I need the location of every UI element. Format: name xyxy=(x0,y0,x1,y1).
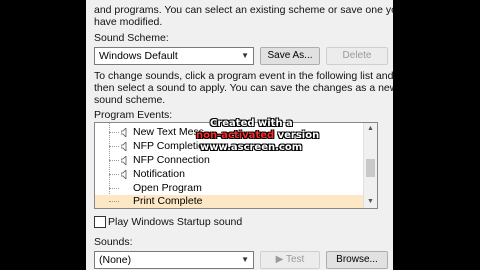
instructions-line3: sound scheme. xyxy=(94,94,166,106)
speaker-icon xyxy=(121,156,127,165)
sounds-label: Sounds: xyxy=(94,236,133,248)
event-item-notification[interactable]: Notification xyxy=(95,168,363,181)
event-item-nfp-connection[interactable]: NFP Connection xyxy=(95,154,363,167)
watermark-line3: www.ascreen.com xyxy=(200,142,303,153)
scroll-down-icon[interactable]: ▼ xyxy=(364,196,377,208)
test-button[interactable]: ▶ Test xyxy=(260,251,320,269)
watermark-line1: Created with a xyxy=(210,118,293,129)
browse-button[interactable]: Browse... xyxy=(326,251,388,269)
program-events-label: Program Events: xyxy=(94,109,173,121)
save-as-button[interactable]: Save As... xyxy=(260,47,320,65)
scroll-up-icon[interactable]: ▲ xyxy=(364,123,377,135)
speaker-icon xyxy=(121,128,127,137)
event-item-print-complete[interactable]: Print Complete xyxy=(95,195,363,208)
sound-scheme-dropdown[interactable]: Windows Default ▼ xyxy=(94,47,254,65)
speaker-icon xyxy=(121,170,127,179)
watermark-line2: non-activated version xyxy=(196,130,320,141)
sounds-value: (None) xyxy=(99,254,132,266)
events-scrollbar[interactable]: ▲ ▼ xyxy=(363,123,377,208)
instructions-line1: To change sounds, click a program event … xyxy=(94,70,393,82)
startup-sound-label: Play Windows Startup sound xyxy=(108,216,243,228)
startup-sound-checkbox[interactable] xyxy=(94,216,106,228)
sounds-dropdown[interactable]: (None) ▼ xyxy=(94,251,254,269)
speaker-icon xyxy=(121,142,127,151)
sound-scheme-label: Sound Scheme: xyxy=(94,32,169,44)
intro-text-line2: have modified. xyxy=(94,16,163,28)
instructions-line2: then select a sound to apply. You can sa… xyxy=(94,82,393,94)
delete-button[interactable]: Delete xyxy=(326,47,388,65)
intro-text-line1: and programs. You can select an existing… xyxy=(94,4,393,16)
chevron-down-icon: ▼ xyxy=(241,51,249,60)
chevron-down-icon: ▼ xyxy=(241,255,249,264)
event-item-open-program[interactable]: Open Program xyxy=(95,182,363,195)
play-icon: ▶ xyxy=(275,254,284,265)
sound-scheme-value: Windows Default xyxy=(99,50,178,62)
scroll-thumb[interactable] xyxy=(366,159,375,177)
